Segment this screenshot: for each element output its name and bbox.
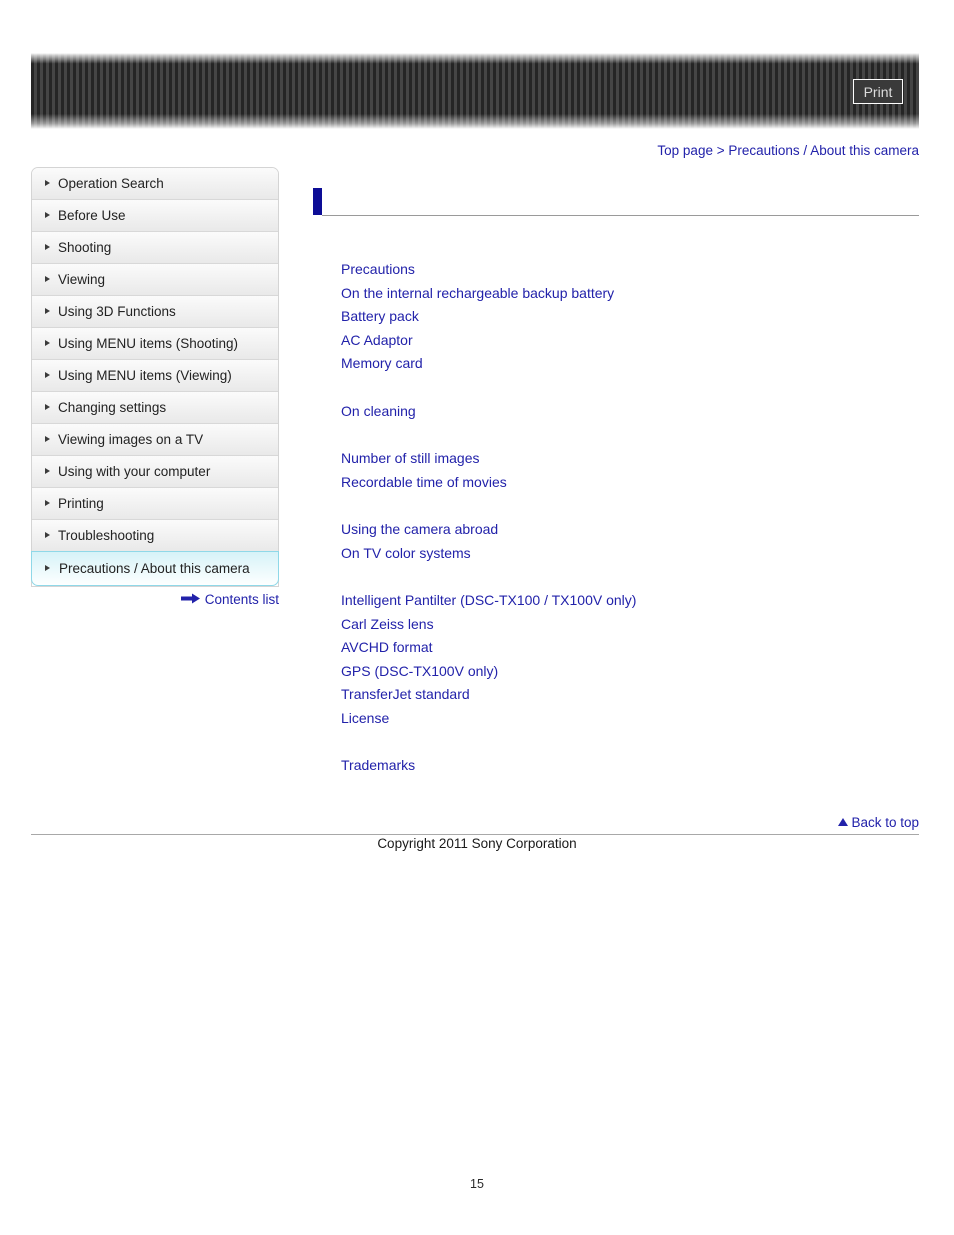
content-link[interactable]: Trademarks [341, 754, 919, 778]
contents-list-link[interactable]: Contents list [31, 592, 279, 608]
breadcrumb-separator: > [716, 143, 725, 158]
title-accent-bar [313, 188, 322, 215]
sidebar-nav: Operation Search Before Use Shooting Viewin… [31, 167, 279, 587]
sidebar-item-label: Shooting [58, 240, 112, 255]
triangle-right-icon [45, 308, 50, 314]
content-link[interactable]: Precautions [341, 258, 919, 282]
link-group: Number of still images Recordable time of… [341, 447, 919, 494]
content-link[interactable]: Intelligent Pantilter (DSC-TX100 / TX100… [341, 589, 919, 613]
page-title-row [313, 188, 919, 218]
content-link[interactable]: Battery pack [341, 305, 919, 329]
sidebar-item-precautions-about-this-camera[interactable]: Precautions / About this camera [31, 551, 279, 586]
contents-list-label[interactable]: Contents list [205, 592, 279, 607]
sidebar-item-label: Using MENU items (Shooting) [58, 336, 239, 351]
back-to-top-link[interactable]: Back to top [313, 815, 919, 830]
content-link[interactable]: TransferJet standard [341, 683, 919, 707]
copyright-text: Copyright 2011 Sony Corporation [377, 836, 577, 851]
back-to-top-label[interactable]: Back to top [851, 815, 919, 830]
triangle-right-icon [45, 212, 50, 218]
content-link[interactable]: License [341, 707, 919, 731]
content-link[interactable]: Carl Zeiss lens [341, 613, 919, 637]
print-button[interactable]: Print [853, 79, 903, 104]
content-link[interactable]: Memory card [341, 352, 919, 376]
title-divider [322, 215, 919, 216]
link-group-container: Precautions On the internal rechargeable … [341, 258, 919, 778]
content-link[interactable]: Recordable time of movies [341, 471, 919, 495]
link-group: On cleaning [341, 400, 919, 424]
triangle-right-icon [45, 436, 50, 442]
page-number: 15 [470, 1177, 484, 1191]
content-link[interactable]: On the internal rechargeable backup batt… [341, 282, 919, 306]
sidebar-item-using-menu-items-viewing[interactable]: Using MENU items (Viewing) [32, 360, 278, 392]
sidebar-item-using-menu-items-shooting[interactable]: Using MENU items (Shooting) [32, 328, 278, 360]
link-group: Intelligent Pantilter (DSC-TX100 / TX100… [341, 589, 919, 730]
breadcrumb-current[interactable]: Precautions / About this camera [728, 143, 919, 158]
content-link[interactable]: Number of still images [341, 447, 919, 471]
triangle-right-icon [45, 180, 50, 186]
triangle-right-icon [45, 372, 50, 378]
sidebar-item-label: Before Use [58, 208, 126, 223]
breadcrumb: Top page > Precautions / About this came… [657, 143, 919, 158]
sidebar-item-before-use[interactable]: Before Use [32, 200, 278, 232]
sidebar-item-label: Viewing images on a TV [58, 432, 204, 447]
content-link[interactable]: AC Adaptor [341, 329, 919, 353]
main-content: Precautions On the internal rechargeable … [313, 188, 919, 773]
breadcrumb-top-page[interactable]: Top page [657, 143, 713, 158]
sidebar-item-label: Operation Search [58, 176, 164, 191]
sidebar-item-changing-settings[interactable]: Changing settings [32, 392, 278, 424]
sidebar-item-operation-search[interactable]: Operation Search [32, 168, 278, 200]
header-banner: Print [31, 53, 919, 129]
sidebar-item-label: Using 3D Functions [58, 304, 176, 319]
sidebar-item-label: Using with your computer [58, 464, 211, 479]
link-group: Precautions On the internal rechargeable … [341, 258, 919, 376]
sidebar-item-viewing[interactable]: Viewing [32, 264, 278, 296]
sidebar-item-label: Changing settings [58, 400, 167, 415]
sidebar-item-troubleshooting[interactable]: Troubleshooting [32, 520, 278, 552]
sidebar-item-shooting[interactable]: Shooting [32, 232, 278, 264]
link-group: Trademarks [341, 754, 919, 778]
sidebar-item-label: Troubleshooting [58, 528, 155, 543]
link-group: Using the camera abroad On TV color syste… [341, 518, 919, 565]
content-link[interactable]: On cleaning [341, 400, 919, 424]
triangle-right-icon [45, 532, 50, 538]
sidebar-item-label: Viewing [58, 272, 106, 287]
sidebar-item-using-3d-functions[interactable]: Using 3D Functions [32, 296, 278, 328]
triangle-right-icon [45, 340, 50, 346]
sidebar-item-viewing-images-on-a-tv[interactable]: Viewing images on a TV [32, 424, 278, 456]
content-link[interactable]: Using the camera abroad [341, 518, 919, 542]
content-link[interactable]: On TV color systems [341, 542, 919, 566]
sidebar-item-label: Precautions / About this camera [59, 561, 250, 576]
triangle-right-icon [45, 276, 50, 282]
triangle-right-icon [45, 468, 50, 474]
triangle-right-icon [45, 565, 50, 571]
sidebar-item-label: Using MENU items (Viewing) [58, 368, 232, 383]
sidebar-item-using-with-your-computer[interactable]: Using with your computer [32, 456, 278, 488]
footer-divider [31, 834, 919, 835]
triangle-right-icon [45, 244, 50, 250]
triangle-right-icon [45, 500, 50, 506]
content-link[interactable]: GPS (DSC-TX100V only) [341, 660, 919, 684]
arrow-right-icon [180, 592, 200, 607]
content-link[interactable]: AVCHD format [341, 636, 919, 660]
sidebar-item-printing[interactable]: Printing [32, 488, 278, 520]
triangle-right-icon [45, 404, 50, 410]
sidebar-item-label: Printing [58, 496, 104, 511]
triangle-up-icon [838, 818, 849, 827]
